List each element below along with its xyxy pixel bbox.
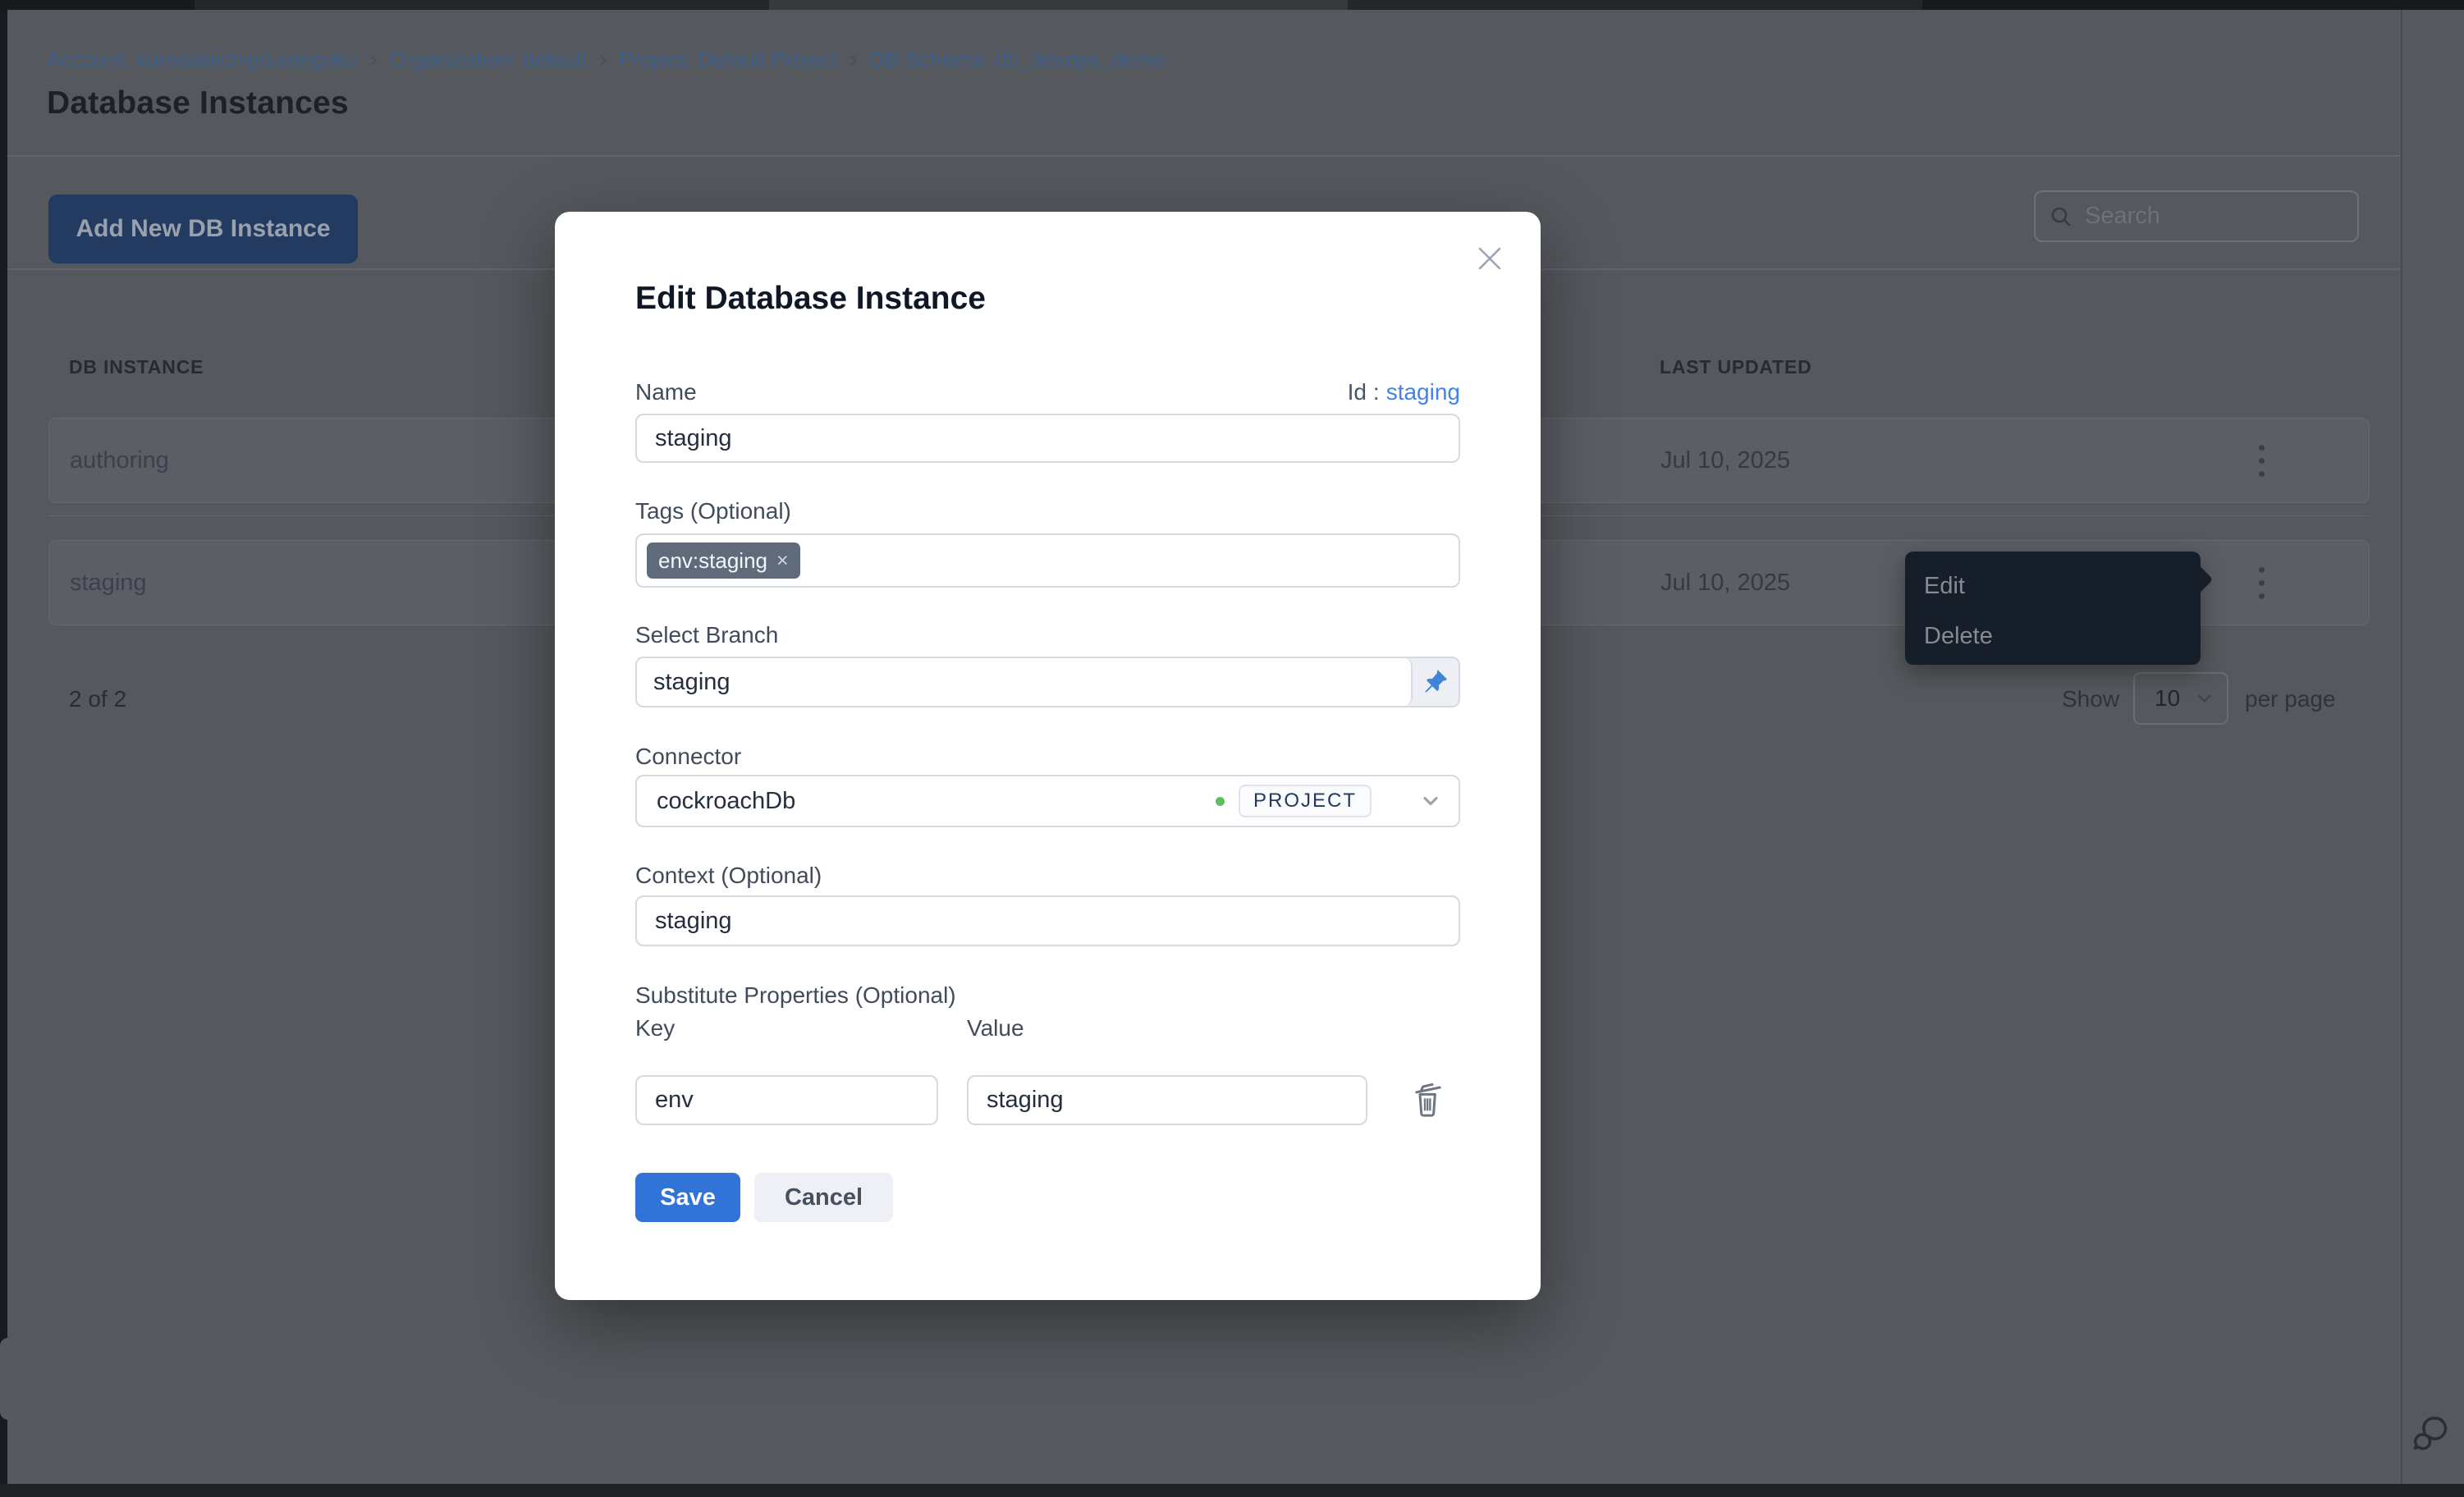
tag-chip-label: env:staging [658, 548, 767, 574]
tags-input[interactable]: env:staging × [635, 533, 1460, 588]
breadcrumb-schema-link[interactable]: DB Schema: db_devops_demo [869, 47, 1165, 72]
page-title: Database Instances [47, 85, 349, 121]
id-label: Id [1348, 379, 1367, 405]
trash-icon [1412, 1082, 1445, 1118]
window-left-edge [0, 10, 7, 1497]
row-actions-kebab-button[interactable] [2241, 541, 2282, 625]
delete-substitute-row-button[interactable] [1408, 1080, 1448, 1121]
context-menu-delete[interactable]: Delete [1924, 623, 1993, 650]
cancel-button[interactable]: Cancel [754, 1173, 893, 1222]
instance-id: Id : staging [1348, 379, 1460, 405]
id-value-link[interactable]: staging [1386, 379, 1460, 405]
breadcrumb-account-link[interactable]: Account: kurosakiichigo.songoku [47, 47, 358, 72]
key-label: Key [635, 1015, 675, 1041]
breadcrumb-project-link[interactable]: Project: Default Project [619, 47, 837, 72]
context-input[interactable] [635, 895, 1460, 946]
content-right-border [2401, 10, 2402, 1497]
per-page-label: per page [2245, 686, 2336, 712]
row-context-menu: Edit Delete [1905, 552, 2201, 665]
modal-title: Edit Database Instance [635, 281, 986, 317]
chevron-down-icon [2194, 688, 2215, 709]
substitute-value-input[interactable] [967, 1075, 1367, 1125]
chevron-down-icon [1419, 790, 1442, 813]
name-label: Name [635, 379, 697, 405]
page-size-select[interactable]: 10 [2133, 672, 2228, 725]
breadcrumb-separator-icon [850, 46, 857, 72]
connector-value: cockroachDb [657, 788, 1216, 815]
header-divider [7, 155, 2401, 157]
show-label: Show [2062, 686, 2119, 712]
id-separator: : [1373, 379, 1380, 405]
chat-bubbles-icon [2412, 1413, 2450, 1454]
browser-tab[interactable] [1348, 0, 1922, 10]
branch-input[interactable] [637, 658, 1413, 706]
tag-remove-icon[interactable]: × [776, 551, 789, 571]
search-box[interactable] [2034, 190, 2359, 242]
value-label: Value [967, 1015, 1024, 1041]
chat-support-button[interactable] [2411, 1413, 2451, 1456]
column-header-last-updated: LAST UPDATED [1660, 356, 1812, 378]
pushpin-icon [1423, 670, 1448, 694]
connector-scope-badge: PROJECT [1239, 785, 1372, 817]
substitute-key-input[interactable] [635, 1075, 938, 1125]
branch-field [635, 657, 1460, 707]
branch-label: Select Branch [635, 622, 778, 648]
modal-close-button[interactable] [1475, 245, 1505, 274]
connector-select[interactable]: cockroachDb PROJECT [635, 775, 1460, 827]
name-input[interactable] [635, 414, 1460, 463]
browser-active-tab[interactable] [769, 0, 1348, 10]
browser-tab[interactable] [195, 0, 769, 10]
db-instance-name: staging [70, 541, 147, 625]
column-header-db-instance: DB INSTANCE [69, 356, 204, 378]
breadcrumb-organization-link[interactable]: Organization: default [390, 47, 587, 72]
tag-chip: env:staging × [647, 542, 800, 579]
screen: Account: kurosakiichigo.songoku Organiza… [0, 0, 2464, 1497]
window-left-edge-notch [0, 1338, 8, 1420]
connector-label: Connector [635, 744, 741, 770]
breadcrumb-separator-icon [370, 46, 378, 72]
browser-tab-bar [0, 0, 2464, 10]
row-actions-kebab-button[interactable] [2241, 419, 2282, 502]
edit-db-instance-modal: Edit Database Instance Name Id : staging… [555, 212, 1541, 1300]
last-updated-date: Jul 10, 2025 [1660, 541, 1790, 625]
window-bottom-edge [0, 1484, 2464, 1497]
add-db-instance-button[interactable]: Add New DB Instance [48, 195, 358, 263]
substitute-properties-label: Substitute Properties (Optional) [635, 982, 956, 1009]
connector-status-dot [1216, 797, 1225, 806]
breadcrumb-separator-icon [599, 46, 607, 72]
close-icon [1476, 245, 1504, 272]
row-count-text: 2 of 2 [69, 686, 126, 712]
context-label: Context (Optional) [635, 863, 822, 889]
breadcrumb: Account: kurosakiichigo.songoku Organiza… [47, 46, 1165, 72]
search-input[interactable] [2085, 203, 2315, 230]
last-updated-date: Jul 10, 2025 [1660, 419, 1790, 502]
context-menu-edit[interactable]: Edit [1924, 573, 1965, 600]
save-button[interactable]: Save [635, 1173, 740, 1222]
tags-label: Tags (Optional) [635, 498, 791, 524]
search-icon [2049, 204, 2073, 229]
pin-branch-button[interactable] [1413, 658, 1459, 706]
page-size-value: 10 [2155, 685, 2180, 712]
db-instance-name: authoring [70, 419, 169, 502]
